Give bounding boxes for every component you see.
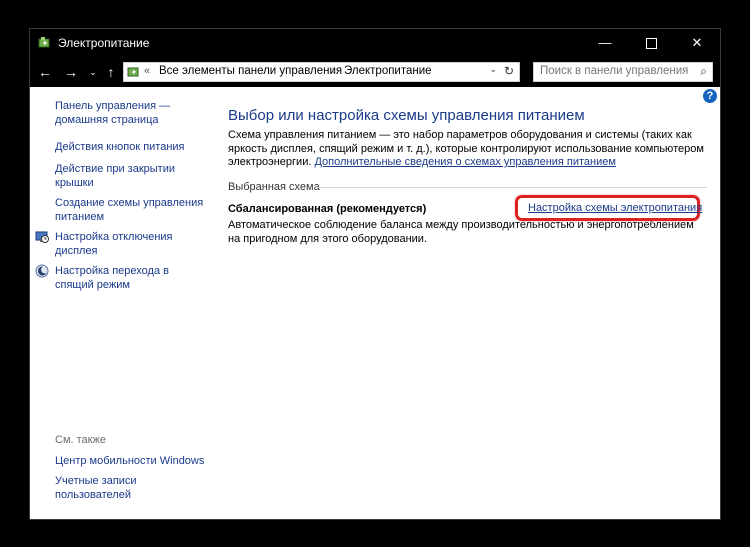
section-divider bbox=[317, 187, 707, 188]
breadcrumb-overflow-icon[interactable]: « bbox=[144, 65, 150, 77]
sidebar-item-power-buttons[interactable]: Действия кнопок питания bbox=[55, 141, 185, 155]
sidebar-item-display-off[interactable]: Настройка отключения дисплея bbox=[55, 231, 180, 258]
address-toolbar: ← → ⌄ ↑ « Все элементы панели управления… bbox=[30, 57, 720, 87]
sidebar-item-create-plan[interactable]: Создание схемы управления питанием bbox=[55, 197, 205, 224]
plan-name: Сбалансированная (рекомендуется) bbox=[228, 203, 427, 215]
help-icon[interactable]: ? bbox=[703, 89, 717, 103]
breadcrumb-control-panel[interactable]: Все элементы панели управления bbox=[159, 65, 342, 77]
recent-locations-button[interactable]: ⌄ bbox=[84, 63, 102, 81]
search-placeholder: Поиск в панели управления bbox=[540, 65, 689, 77]
address-dropdown-icon[interactable]: ⌄ bbox=[489, 64, 497, 75]
monitor-clock-icon bbox=[35, 231, 49, 243]
sidebar-item-user-accounts[interactable]: Учетные записи пользователей bbox=[55, 475, 165, 502]
back-button[interactable]: ← bbox=[36, 63, 54, 81]
sidebar-item-control-panel-home[interactable]: Панель управления — домашняя страница bbox=[55, 100, 195, 127]
breadcrumb[interactable]: « Все элементы панели управления › Элект… bbox=[123, 62, 520, 82]
more-info-link[interactable]: Дополнительные сведения о схемах управле… bbox=[314, 156, 616, 168]
maximize-button[interactable] bbox=[628, 29, 674, 57]
page-title: Выбор или настройка схемы управления пит… bbox=[228, 107, 585, 124]
plan-settings-highlight: Настройка схемы электропитания bbox=[515, 195, 702, 221]
minimize-button[interactable]: — bbox=[582, 29, 628, 57]
breadcrumb-power-options[interactable]: Электропитание bbox=[344, 65, 432, 77]
power-options-icon bbox=[127, 67, 139, 77]
maximize-icon bbox=[645, 38, 657, 50]
title-bar: Электропитание — ✕ bbox=[30, 29, 720, 57]
breadcrumb-separator-icon[interactable]: › bbox=[332, 65, 336, 77]
close-button[interactable]: ✕ bbox=[674, 29, 720, 57]
plan-description: Автоматическое соблюдение баланса между … bbox=[228, 219, 694, 245]
forward-button[interactable]: → bbox=[62, 63, 80, 81]
power-options-window: Электропитание — ✕ ← → ⌄ ↑ « Все элемент… bbox=[29, 28, 721, 520]
up-button[interactable]: ↑ bbox=[102, 63, 120, 81]
search-input[interactable]: Поиск в панели управления ⌕ bbox=[533, 62, 713, 82]
search-icon[interactable]: ⌕ bbox=[700, 64, 707, 79]
change-plan-settings-link[interactable]: Настройка схемы электропитания bbox=[528, 202, 702, 214]
sidebar-item-sleep[interactable]: Настройка перехода в спящий режим bbox=[55, 265, 180, 292]
power-options-icon bbox=[38, 37, 50, 48]
see-also-heading: См. также bbox=[55, 434, 106, 446]
sidebar-item-mobility-center[interactable]: Центр мобильности Windows bbox=[55, 455, 204, 469]
moon-icon bbox=[35, 264, 49, 278]
window-title: Электропитание bbox=[58, 36, 150, 50]
section-label: Выбранная схема bbox=[228, 181, 320, 193]
page-description: Схема управления питанием — это набор па… bbox=[228, 129, 713, 170]
refresh-icon[interactable]: ↻ bbox=[504, 64, 514, 78]
sidebar-item-lid-close[interactable]: Действие при закрытии крышки bbox=[55, 163, 180, 190]
